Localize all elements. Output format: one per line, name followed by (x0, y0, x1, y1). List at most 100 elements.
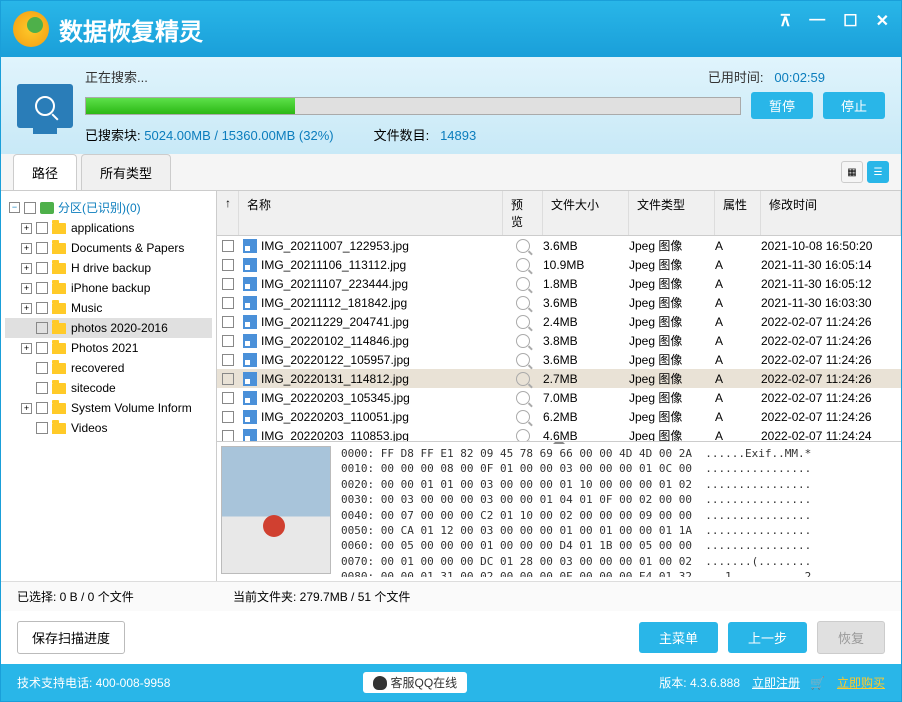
buy-link[interactable]: 立即购买 (837, 674, 885, 691)
prev-step-button[interactable]: 上一步 (728, 622, 807, 653)
register-link[interactable]: 立即注册 (752, 674, 800, 691)
expander-icon[interactable]: + (21, 263, 32, 274)
main-menu-button[interactable]: 主菜单 (639, 622, 718, 653)
file-row[interactable]: IMG_20220203_110051.jpg6.2MBJpeg 图像A2022… (217, 407, 901, 426)
file-row[interactable]: IMG_20220131_114812.jpg2.7MBJpeg 图像A2022… (217, 369, 901, 388)
checkbox[interactable] (222, 278, 234, 290)
tree-item[interactable]: sitecode (5, 378, 212, 398)
checkbox[interactable] (222, 411, 234, 423)
expander-icon[interactable]: + (21, 223, 32, 234)
file-row[interactable]: IMG_20220203_105345.jpg7.0MBJpeg 图像A2022… (217, 388, 901, 407)
checkbox[interactable] (36, 382, 48, 394)
expander-icon[interactable]: + (21, 403, 32, 414)
view-list-icon[interactable]: ☰ (867, 161, 889, 183)
view-grid-icon[interactable]: ▦ (841, 161, 863, 183)
col-preview[interactable]: 预览 (503, 191, 543, 235)
magnifier-icon[interactable] (516, 334, 530, 348)
tree-item[interactable]: +H drive backup (5, 258, 212, 278)
magnifier-icon[interactable] (516, 239, 530, 253)
stop-button[interactable]: 停止 (823, 92, 885, 119)
expander-icon[interactable]: + (21, 243, 32, 254)
magnifier-icon[interactable] (516, 410, 530, 424)
magnifier-icon[interactable] (516, 277, 530, 291)
image-file-icon (243, 429, 257, 442)
tree-item-label: sitecode (71, 381, 116, 395)
col-size[interactable]: 文件大小 (543, 191, 629, 235)
file-list[interactable]: IMG_20211007_122953.jpg3.6MBJpeg 图像A2021… (217, 236, 901, 441)
tree-item[interactable]: Videos (5, 418, 212, 438)
checkbox[interactable] (36, 362, 48, 374)
tree-item[interactable]: recovered (5, 358, 212, 378)
checkbox[interactable] (36, 242, 48, 254)
minimize-button[interactable]: — (809, 11, 825, 31)
checkbox[interactable] (24, 202, 36, 214)
checkbox[interactable] (222, 259, 234, 271)
file-row[interactable]: IMG_20220122_105957.jpg3.6MBJpeg 图像A2022… (217, 350, 901, 369)
preview-thumbnail (221, 446, 331, 574)
image-file-icon (243, 372, 257, 386)
checkbox[interactable] (36, 302, 48, 314)
file-row[interactable]: IMG_20211112_181842.jpg3.6MBJpeg 图像A2021… (217, 293, 901, 312)
save-progress-button[interactable]: 保存扫描进度 (17, 621, 125, 654)
app-title: 数据恢复精灵 (59, 12, 203, 47)
tree-item[interactable]: +Music (5, 298, 212, 318)
tab-all-types[interactable]: 所有类型 (81, 154, 171, 190)
magnifier-icon[interactable] (516, 315, 530, 329)
file-type: Jpeg 图像 (629, 332, 715, 349)
file-row[interactable]: IMG_20211107_223444.jpg1.8MBJpeg 图像A2021… (217, 274, 901, 293)
checkbox[interactable] (36, 262, 48, 274)
expander-icon[interactable]: + (21, 303, 32, 314)
tree-item[interactable]: +System Volume Inform (5, 398, 212, 418)
qq-support-badge[interactable]: 客服QQ在线 (363, 672, 468, 693)
checkbox[interactable] (36, 402, 48, 414)
file-size: 10.9MB (543, 258, 629, 272)
tree-item[interactable]: +applications (5, 218, 212, 238)
checkbox[interactable] (222, 430, 234, 442)
maximize-button[interactable]: ☐ (843, 11, 857, 31)
checkbox[interactable] (222, 392, 234, 404)
tree-item[interactable]: photos 2020-2016 (5, 318, 212, 338)
checkbox[interactable] (222, 316, 234, 328)
checkbox[interactable] (222, 373, 234, 385)
expander-icon[interactable]: − (9, 202, 20, 213)
col-sort-arrow[interactable]: ↑ (217, 191, 239, 235)
file-row[interactable]: IMG_20211229_204741.jpg2.4MBJpeg 图像A2022… (217, 312, 901, 331)
pin-button[interactable]: ⊼ (780, 11, 792, 31)
magnifier-icon[interactable] (516, 258, 530, 272)
checkbox[interactable] (36, 282, 48, 294)
checkbox[interactable] (36, 322, 48, 334)
file-row[interactable]: IMG_20211007_122953.jpg3.6MBJpeg 图像A2021… (217, 236, 901, 255)
magnifier-icon[interactable] (516, 391, 530, 405)
file-row[interactable]: IMG_20220102_114846.jpg3.8MBJpeg 图像A2022… (217, 331, 901, 350)
tab-path[interactable]: 路径 (13, 154, 77, 190)
image-file-icon (243, 391, 257, 405)
tree-item[interactable]: +Photos 2021 (5, 338, 212, 358)
checkbox[interactable] (36, 222, 48, 234)
tree-root[interactable]: − 分区(已识别)(0) (5, 197, 212, 218)
col-name[interactable]: 名称 (239, 191, 503, 235)
expander-icon[interactable]: + (21, 283, 32, 294)
col-type[interactable]: 文件类型 (629, 191, 715, 235)
pause-button[interactable]: 暂停 (751, 92, 813, 119)
panel-handle-icon[interactable] (553, 441, 565, 444)
file-row[interactable]: IMG_20211106_113112.jpg10.9MBJpeg 图像A202… (217, 255, 901, 274)
expander-icon[interactable]: + (21, 343, 32, 354)
tree-item[interactable]: +iPhone backup (5, 278, 212, 298)
checkbox[interactable] (222, 335, 234, 347)
window-controls: ⊼ — ☐ ✕ (780, 11, 889, 31)
magnifier-icon[interactable] (516, 429, 530, 442)
checkbox[interactable] (36, 422, 48, 434)
magnifier-icon[interactable] (516, 353, 530, 367)
col-mtime[interactable]: 修改时间 (761, 191, 901, 235)
checkbox[interactable] (36, 342, 48, 354)
checkbox[interactable] (222, 354, 234, 366)
col-attr[interactable]: 属性 (715, 191, 761, 235)
checkbox[interactable] (222, 297, 234, 309)
checkbox[interactable] (222, 240, 234, 252)
tree-item[interactable]: +Documents & Papers (5, 238, 212, 258)
folder-icon (52, 243, 66, 254)
file-row[interactable]: IMG_20220203_110853.jpg4.6MBJpeg 图像A2022… (217, 426, 901, 441)
close-button[interactable]: ✕ (876, 11, 889, 31)
magnifier-icon[interactable] (516, 296, 530, 310)
magnifier-icon[interactable] (516, 372, 530, 386)
